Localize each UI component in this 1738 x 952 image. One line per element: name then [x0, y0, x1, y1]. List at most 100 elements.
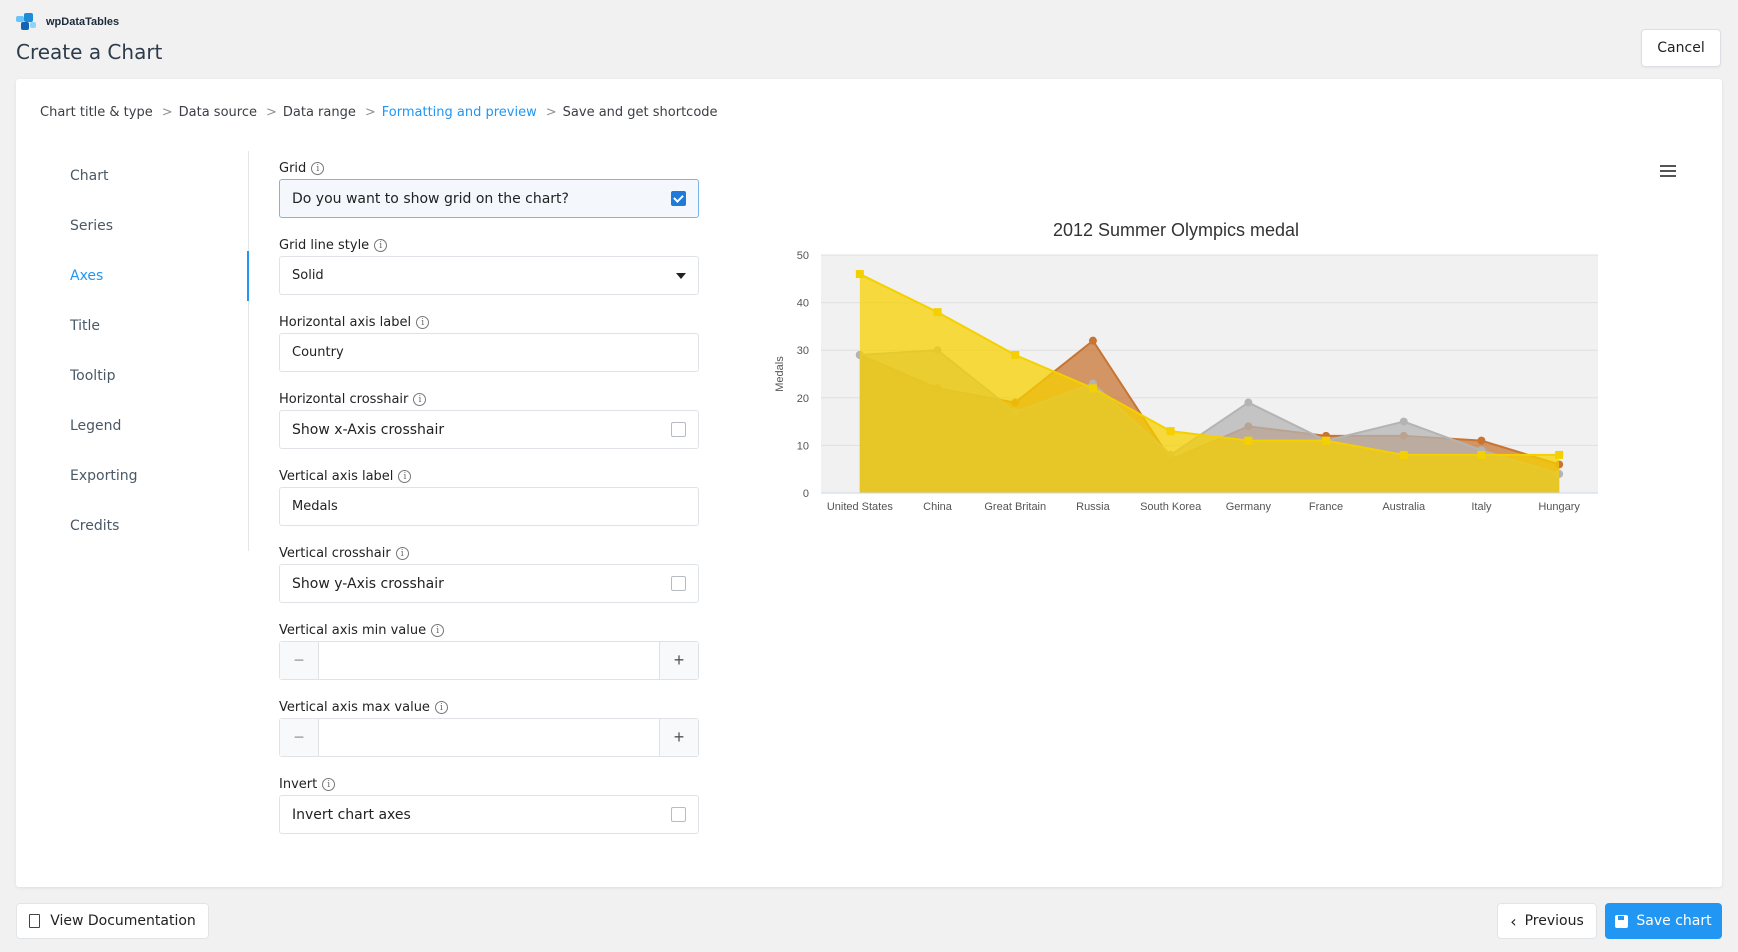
- sidenav-item-legend[interactable]: Legend: [16, 401, 248, 451]
- info-icon[interactable]: i: [322, 778, 336, 791]
- view-documentation-button[interactable]: View Documentation: [16, 903, 209, 939]
- breadcrumb-step-title-type[interactable]: Chart title & type: [40, 105, 153, 120]
- chevron-right-icon: >: [364, 105, 376, 120]
- grid-label: Grid i: [279, 158, 699, 179]
- chevron-right-icon: >: [265, 105, 277, 120]
- v-axis-max-input[interactable]: [319, 719, 659, 756]
- minus-icon[interactable]: −: [280, 719, 319, 756]
- cancel-button[interactable]: Cancel: [1641, 29, 1721, 67]
- data-point-bronze: [1477, 436, 1486, 445]
- v-axis-label-value: Medals: [292, 499, 338, 514]
- y-tick-label: 50: [797, 250, 809, 262]
- x-tick-label: Great Britain: [984, 501, 1046, 513]
- info-icon[interactable]: i: [395, 547, 409, 560]
- grid-checkbox-text: Do you want to show grid on the chart?: [292, 190, 569, 207]
- breadcrumb-step-formatting[interactable]: Formatting and preview: [382, 105, 537, 120]
- x-tick-label: Germany: [1226, 501, 1272, 513]
- breadcrumb-step-data-range[interactable]: Data range: [283, 105, 356, 120]
- info-icon[interactable]: i: [374, 239, 388, 252]
- v-axis-label-label: Vertical axis label i: [279, 466, 699, 487]
- data-point-gold: [933, 308, 942, 317]
- chart-title: 2012 Summer Olympics medal: [1053, 220, 1299, 240]
- sidenav-item-tooltip[interactable]: Tooltip: [16, 351, 248, 401]
- y-tick-label: 10: [797, 440, 809, 452]
- x-tick-label: Australia: [1382, 501, 1426, 513]
- data-point-silver: [1244, 398, 1253, 407]
- previous-label: Previous: [1524, 913, 1584, 929]
- breadcrumb: Chart title & type > Data source > Data …: [40, 105, 718, 120]
- data-point-gold: [1011, 350, 1020, 359]
- document-icon: [29, 914, 41, 928]
- data-point-gold: [1088, 384, 1097, 393]
- sidenav-item-exporting[interactable]: Exporting: [16, 451, 248, 501]
- invert-checkbox-field[interactable]: Invert chart axes: [279, 795, 699, 834]
- grid-checkbox-field[interactable]: Do you want to show grid on the chart?: [279, 179, 699, 218]
- save-chart-label: Save chart: [1636, 913, 1712, 929]
- chart-context-menu-icon[interactable]: [1660, 165, 1676, 177]
- h-crosshair-checkbox[interactable]: [671, 422, 686, 437]
- v-axis-max-stepper: − +: [279, 718, 699, 757]
- x-tick-label: Hungary: [1538, 501, 1580, 513]
- data-point-gold: [1399, 450, 1408, 459]
- y-axis-label: Medals: [774, 356, 786, 392]
- data-point-gold: [1166, 427, 1175, 436]
- v-axis-min-stepper: − +: [279, 641, 699, 680]
- minus-icon[interactable]: −: [280, 642, 319, 679]
- data-point-silver: [1399, 417, 1408, 426]
- plus-icon[interactable]: +: [659, 642, 698, 679]
- v-axis-max-label: Vertical axis max value i: [279, 697, 699, 718]
- v-axis-min-input[interactable]: [319, 642, 659, 679]
- h-crosshair-checkbox-field[interactable]: Show x-Axis crosshair: [279, 410, 699, 449]
- chart-preview: 2012 Summer Olympics medal 0 10 20 30 40 50 Med…: [755, 138, 1710, 572]
- grid-checkbox[interactable]: [671, 191, 686, 206]
- y-tick-label: 40: [797, 298, 809, 310]
- plus-icon[interactable]: +: [659, 719, 698, 756]
- v-crosshair-checkbox[interactable]: [671, 576, 686, 591]
- grid-line-style-value: Solid: [292, 268, 324, 283]
- sidenav-item-chart[interactable]: Chart: [16, 151, 248, 201]
- invert-label: Invert i: [279, 774, 699, 795]
- grid-line-style-label: Grid line style i: [279, 235, 699, 256]
- breadcrumb-step-save[interactable]: Save and get shortcode: [563, 105, 718, 120]
- info-icon[interactable]: i: [398, 470, 412, 483]
- invert-checkbox[interactable]: [671, 807, 686, 822]
- sidenav-item-axes[interactable]: Axes: [16, 251, 249, 301]
- chevron-left-icon: ‹: [1510, 911, 1517, 931]
- v-crosshair-text: Show y-Axis crosshair: [292, 575, 444, 592]
- brand-name: wpDataTables: [46, 16, 120, 28]
- grid-line-style-select[interactable]: Solid: [279, 256, 699, 295]
- h-crosshair-label: Horizontal crosshair i: [279, 389, 699, 410]
- v-crosshair-checkbox-field[interactable]: Show y-Axis crosshair: [279, 564, 699, 603]
- info-icon[interactable]: i: [434, 701, 448, 714]
- chevron-right-icon: >: [161, 105, 173, 120]
- data-point-gold: [1555, 450, 1564, 459]
- info-icon[interactable]: i: [431, 624, 445, 637]
- h-axis-label-input[interactable]: Country: [279, 333, 699, 372]
- v-axis-label-input[interactable]: Medals: [279, 487, 699, 526]
- info-icon[interactable]: i: [311, 162, 325, 175]
- previous-button[interactable]: ‹ Previous: [1497, 903, 1597, 939]
- info-icon[interactable]: i: [413, 393, 427, 406]
- sidenav-item-credits[interactable]: Credits: [16, 501, 248, 551]
- data-point-gold: [855, 270, 864, 279]
- save-chart-button[interactable]: Save chart: [1605, 903, 1722, 939]
- x-tick-label: Italy: [1471, 501, 1492, 513]
- sidenav-item-series[interactable]: Series: [16, 201, 248, 251]
- h-axis-label-value: Country: [292, 345, 344, 360]
- y-tick-label: 30: [797, 345, 809, 357]
- x-tick-label: United States: [827, 501, 894, 513]
- invert-text: Invert chart axes: [292, 806, 411, 823]
- breadcrumb-step-data-source[interactable]: Data source: [179, 105, 257, 120]
- v-crosshair-label: Vertical crosshair i: [279, 543, 699, 564]
- sidenav-item-title[interactable]: Title: [16, 301, 248, 351]
- chevron-right-icon: >: [545, 105, 557, 120]
- main-card: Chart title & type > Data source > Data …: [16, 79, 1722, 887]
- y-tick-label: 0: [803, 488, 809, 500]
- h-crosshair-text: Show x-Axis crosshair: [292, 421, 445, 438]
- wpdatatables-logo-icon: [16, 13, 38, 31]
- h-axis-label-label: Horizontal axis label i: [279, 312, 699, 333]
- data-point-bronze: [1088, 336, 1097, 345]
- data-point-gold: [1322, 436, 1331, 445]
- x-tick-label: Russia: [1076, 501, 1111, 513]
- info-icon[interactable]: i: [416, 316, 430, 329]
